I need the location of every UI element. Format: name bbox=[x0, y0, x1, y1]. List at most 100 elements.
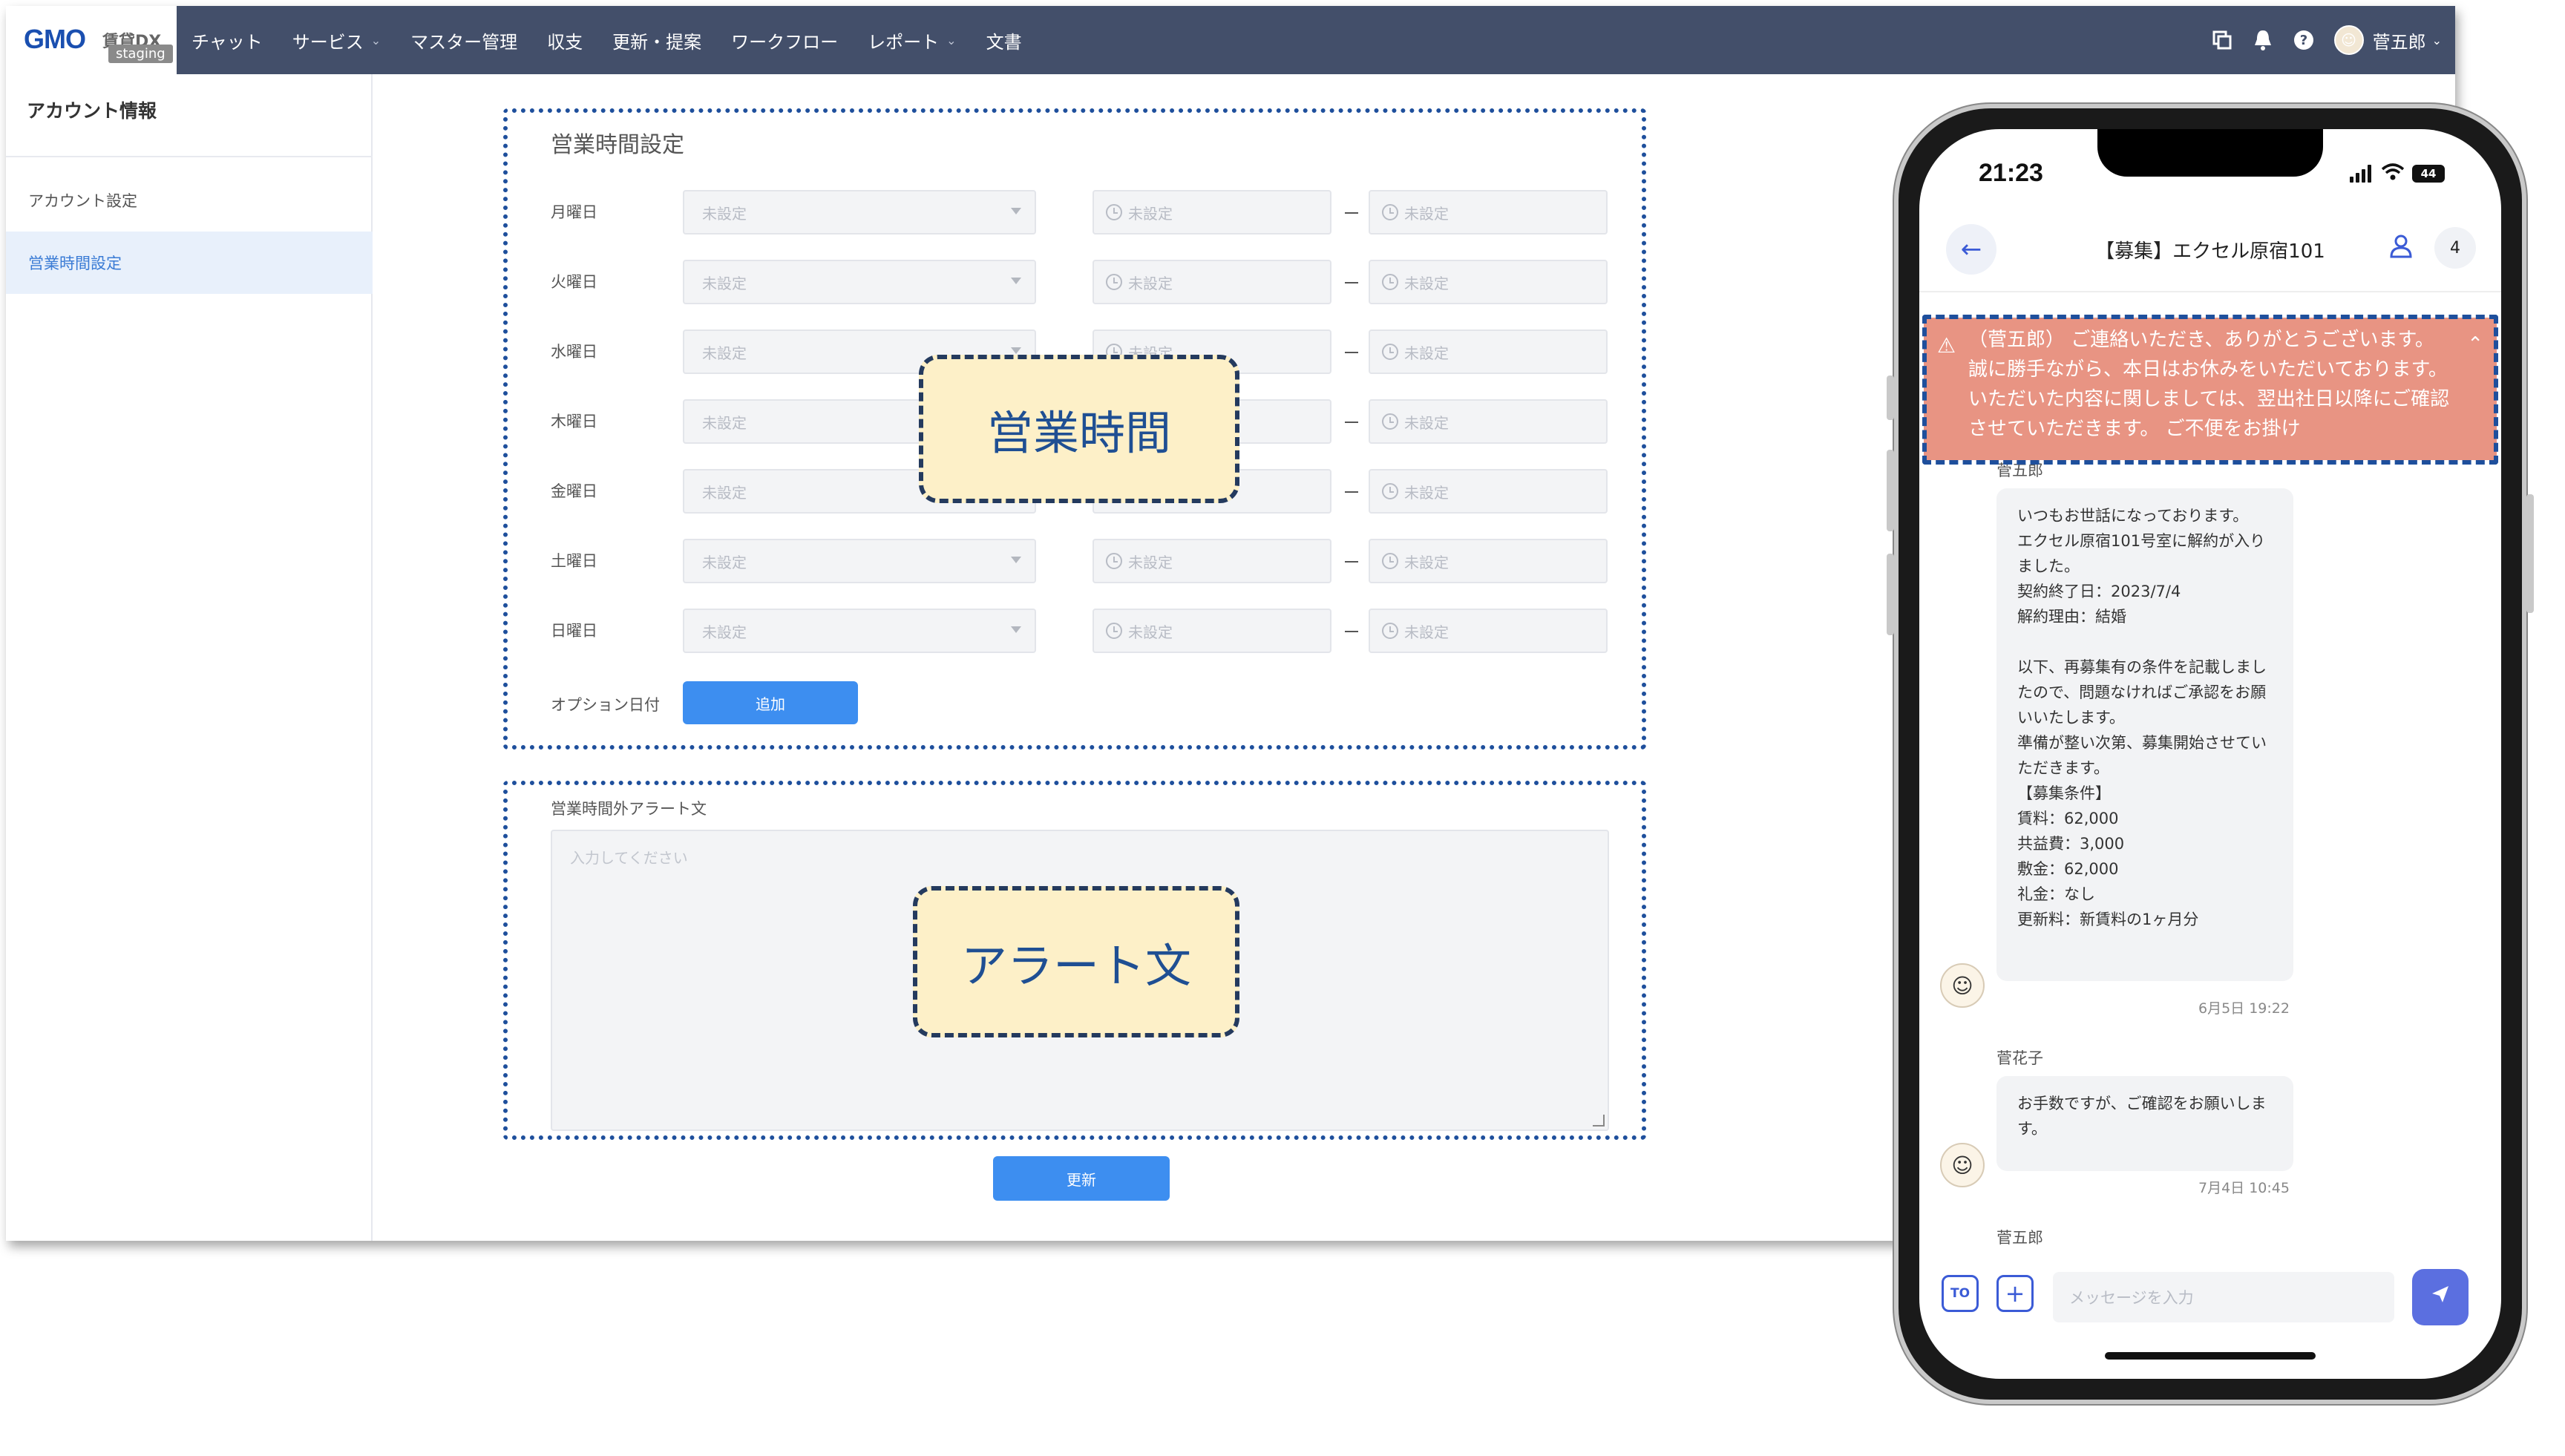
copy-icon[interactable] bbox=[2211, 29, 2233, 51]
day-label: 木曜日 bbox=[551, 413, 597, 430]
time-placeholder: 未設定 bbox=[1128, 204, 1173, 223]
phone-side-button bbox=[1887, 554, 1894, 635]
nav-label: サービス bbox=[292, 31, 364, 53]
message-sender: 菅五郎 bbox=[1996, 1229, 2043, 1247]
sidebar-item-label: 営業時間設定 bbox=[28, 255, 122, 272]
person-icon[interactable] bbox=[2388, 233, 2414, 265]
attach-button[interactable]: + bbox=[1996, 1275, 2034, 1312]
clock-icon bbox=[1106, 274, 1122, 290]
time-placeholder: 未設定 bbox=[1128, 274, 1173, 292]
send-button[interactable] bbox=[2412, 1269, 2469, 1325]
add-option-button[interactable]: 追加 bbox=[683, 681, 858, 724]
nav-item-chat[interactable]: チャット bbox=[191, 27, 263, 53]
day-label: 日曜日 bbox=[551, 622, 597, 640]
nav-item-renewal[interactable]: 更新・提案 bbox=[612, 27, 701, 53]
alert-text-label: 営業時間外アラート文 bbox=[551, 800, 707, 818]
start-time-input[interactable]: 未設定 bbox=[1092, 260, 1331, 304]
start-time-input[interactable]: 未設定 bbox=[1092, 539, 1331, 583]
time-placeholder: 未設定 bbox=[1404, 623, 1449, 641]
time-placeholder: 未設定 bbox=[1128, 553, 1173, 571]
phone-side-button bbox=[1887, 450, 1894, 531]
end-time-input[interactable]: 未設定 bbox=[1369, 260, 1608, 304]
time-placeholder: 未設定 bbox=[1404, 483, 1449, 502]
day-label: 月曜日 bbox=[551, 203, 597, 221]
mention-to-button[interactable]: TO bbox=[1942, 1275, 1979, 1312]
update-button[interactable]: 更新 bbox=[993, 1156, 1170, 1201]
nav-item-service[interactable]: サービス ⌄ bbox=[292, 27, 381, 53]
sidebar: アカウント情報 アカウント設定 営業時間設定 bbox=[6, 74, 373, 1241]
day-mode-select[interactable]: 未設定 bbox=[683, 609, 1036, 653]
select-value: 未設定 bbox=[702, 623, 747, 641]
start-time-input[interactable]: 未設定 bbox=[1092, 609, 1331, 653]
chevron-down-icon: ⌄ bbox=[2431, 33, 2442, 47]
range-separator bbox=[1345, 352, 1358, 353]
nav-item-master[interactable]: マスター管理 bbox=[410, 27, 517, 53]
alert-text-placeholder: 入力してください bbox=[570, 849, 688, 867]
nav-label: マスター管理 bbox=[410, 31, 518, 53]
end-time-input[interactable]: 未設定 bbox=[1369, 399, 1608, 444]
sidebar-item-label: アカウント設定 bbox=[28, 192, 137, 210]
bell-icon[interactable] bbox=[2253, 29, 2273, 51]
resize-handle-icon[interactable] bbox=[1593, 1115, 1605, 1127]
sidebar-title: アカウント情報 bbox=[27, 100, 157, 122]
select-value: 未設定 bbox=[702, 483, 747, 502]
day-label: 火曜日 bbox=[551, 273, 597, 291]
nav-item-report[interactable]: レポート ⌄ bbox=[868, 27, 956, 53]
avatar[interactable]: ☺ bbox=[1940, 963, 1985, 1008]
time-placeholder: 未設定 bbox=[1128, 623, 1173, 641]
message-timestamp: 6月5日 19:22 bbox=[2198, 1000, 2290, 1017]
sidebar-item-business-hours[interactable]: 営業時間設定 bbox=[6, 232, 373, 294]
message-input[interactable]: メッセージを入力 bbox=[2053, 1272, 2394, 1322]
day-mode-select[interactable]: 未設定 bbox=[683, 190, 1036, 235]
nav-label: ワークフロー bbox=[731, 31, 839, 53]
business-hours-callout: 営業時間 bbox=[919, 355, 1239, 503]
message-input-placeholder: メッセージを入力 bbox=[2069, 1289, 2194, 1307]
day-label: 金曜日 bbox=[551, 482, 597, 500]
nav-item-workflow[interactable]: ワークフロー bbox=[731, 27, 838, 53]
message-bubble: お手数ですが、ご確認をお願いします。 bbox=[1996, 1076, 2293, 1171]
end-time-input[interactable]: 未設定 bbox=[1369, 469, 1608, 514]
nav-item-documents[interactable]: 文書 bbox=[986, 27, 1022, 53]
user-menu[interactable]: ☺ 菅五郎 ⌄ bbox=[2333, 25, 2442, 55]
end-time-input[interactable]: 未設定 bbox=[1369, 190, 1608, 235]
member-count-badge[interactable]: 4 bbox=[2434, 227, 2476, 269]
clock-icon bbox=[1382, 483, 1398, 499]
end-time-input[interactable]: 未設定 bbox=[1369, 609, 1608, 653]
start-time-input[interactable]: 未設定 bbox=[1092, 190, 1331, 235]
logo[interactable]: GMO 賃貸DX staging bbox=[6, 6, 177, 74]
nav-label: 更新・提案 bbox=[612, 31, 702, 53]
caret-down-icon bbox=[1011, 626, 1021, 633]
phone-side-button bbox=[1887, 376, 1894, 420]
range-separator bbox=[1345, 282, 1358, 283]
avatar[interactable]: ☺ bbox=[1940, 1143, 1985, 1187]
clock-icon bbox=[1382, 623, 1398, 639]
user-name: 菅五郎 bbox=[2372, 31, 2426, 53]
phone-notch bbox=[2097, 129, 2323, 177]
select-value: 未設定 bbox=[702, 553, 747, 571]
select-value: 未設定 bbox=[702, 344, 747, 362]
sidebar-item-account-settings[interactable]: アカウント設定 bbox=[6, 169, 373, 232]
chevron-down-icon: ⌄ bbox=[370, 33, 381, 47]
environment-badge: staging bbox=[108, 45, 173, 63]
select-value: 未設定 bbox=[702, 204, 747, 223]
clock-icon bbox=[1106, 553, 1122, 569]
help-icon[interactable]: ? bbox=[2293, 29, 2315, 51]
chevron-down-icon: ⌄ bbox=[946, 33, 957, 47]
select-value: 未設定 bbox=[702, 413, 747, 432]
day-mode-select[interactable]: 未設定 bbox=[683, 539, 1036, 583]
nav-label: 収支 bbox=[547, 31, 583, 53]
clock-icon bbox=[1382, 413, 1398, 430]
svg-text:?: ? bbox=[2299, 33, 2307, 48]
send-icon bbox=[2429, 1283, 2451, 1311]
business-hours-title: 営業時間設定 bbox=[551, 132, 684, 158]
day-label: 水曜日 bbox=[551, 343, 597, 361]
nav-item-balance[interactable]: 収支 bbox=[547, 27, 583, 53]
end-time-input[interactable]: 未設定 bbox=[1369, 539, 1608, 583]
caret-down-icon bbox=[1011, 278, 1021, 284]
status-icons: 44 bbox=[2350, 163, 2445, 184]
end-time-input[interactable]: 未設定 bbox=[1369, 329, 1608, 374]
day-mode-select[interactable]: 未設定 bbox=[683, 260, 1036, 304]
caret-down-icon bbox=[1011, 557, 1021, 563]
nav-label: レポート bbox=[868, 31, 940, 53]
nav-label: 文書 bbox=[986, 31, 1022, 53]
